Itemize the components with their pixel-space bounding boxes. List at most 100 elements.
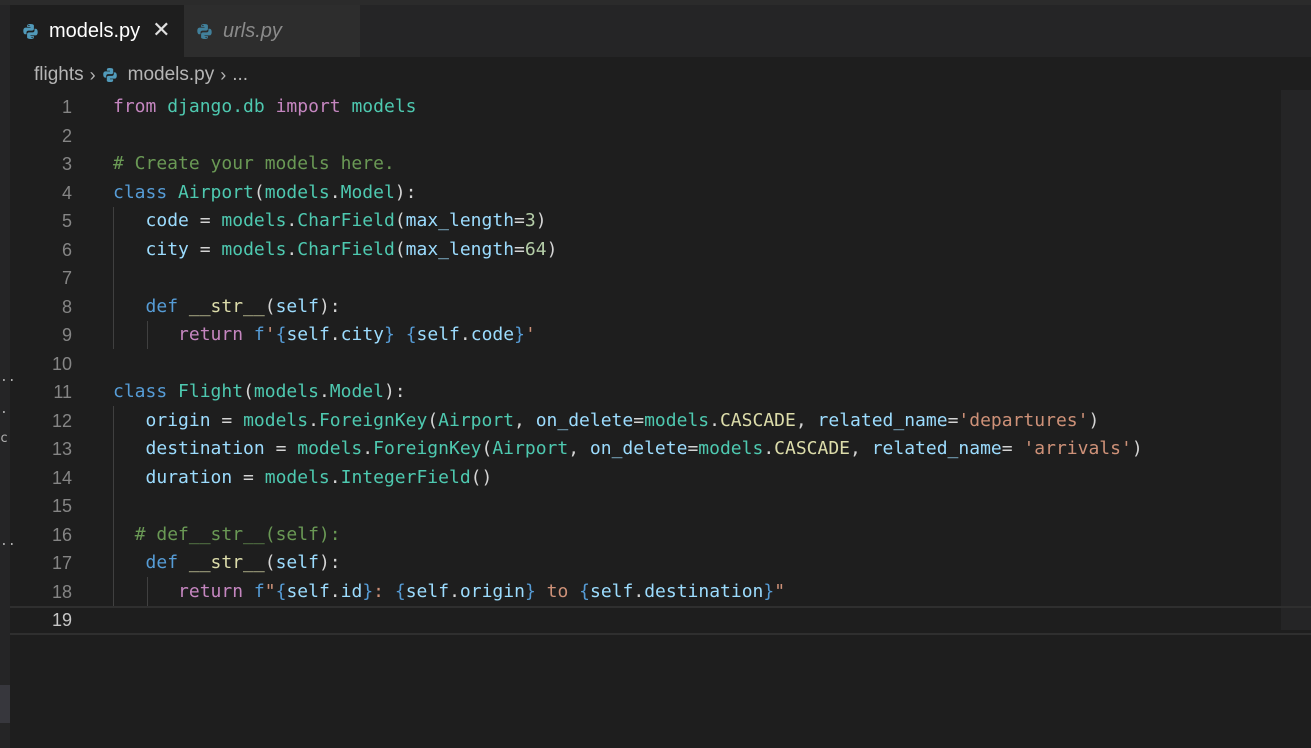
- code-token: ForeignKey: [318, 409, 428, 431]
- editor-window: .. . c .. models.py ✕ urls.py flights › …: [0, 0, 1311, 748]
- code-line[interactable]: 4 class Airport(models.Model):: [10, 179, 1311, 208]
- code-token: :: [373, 580, 395, 602]
- code-text: duration = models.IntegerField(): [113, 464, 493, 493]
- code-token: =: [633, 409, 645, 431]
- code-token: 64: [524, 238, 547, 260]
- code-token: (: [253, 181, 265, 203]
- code-token: city: [340, 324, 384, 345]
- breadcrumb: flights › models.py › ...: [10, 57, 1311, 93]
- line-number: 16: [51, 524, 72, 545]
- code-line[interactable]: 1 from django.db import models: [10, 93, 1311, 122]
- code-token: ): [546, 238, 558, 260]
- code-token: .: [286, 238, 298, 260]
- code-token: # def__str__(self):: [134, 523, 341, 545]
- breadcrumb-symbols[interactable]: ...: [232, 64, 248, 86]
- code-line[interactable]: 5 code = models.CharField(max_length=3): [10, 207, 1311, 236]
- tab-label: models.py: [49, 19, 141, 42]
- code-editor[interactable]: 1 from django.db import models 2 3 # Create …: [10, 93, 1311, 653]
- code-line[interactable]: 6 city = models.CharField(max_length=64): [10, 236, 1311, 265]
- code-token: self: [275, 295, 319, 317]
- code-token: }: [362, 580, 374, 602]
- code-text: # def__str__(self):: [113, 521, 341, 550]
- code-token: {: [579, 580, 590, 602]
- code-token: origin: [459, 580, 525, 602]
- tab-models-py[interactable]: models.py ✕: [10, 5, 184, 57]
- code-token: to: [535, 580, 580, 602]
- code-token: models: [221, 210, 287, 231]
- code-token: (: [264, 295, 276, 317]
- code-token: .: [362, 438, 374, 459]
- code-token: city: [145, 238, 189, 260]
- code-line[interactable]: 11 class Flight(models.Model):: [10, 378, 1311, 407]
- code-token: return: [178, 580, 244, 602]
- code-line[interactable]: 19: [10, 606, 1311, 635]
- code-token: ):: [318, 295, 341, 317]
- code-token: =: [514, 210, 525, 231]
- close-icon[interactable]: ✕: [152, 20, 170, 42]
- code-line[interactable]: 8 def __str__(self):: [10, 293, 1311, 322]
- code-token: {: [394, 580, 406, 602]
- code-token: }: [763, 580, 775, 602]
- code-text: city = models.CharField(max_length=64): [113, 236, 558, 265]
- code-token: ': [524, 324, 536, 345]
- code-line[interactable]: 15: [10, 492, 1311, 521]
- code-line[interactable]: 12 origin = models.ForeignKey(Airport, o…: [10, 407, 1311, 436]
- breadcrumb-file[interactable]: models.py: [128, 64, 215, 86]
- code-token: models: [253, 381, 319, 402]
- code-token: .: [763, 438, 775, 459]
- code-token: code: [145, 210, 189, 231]
- explorer-fragment: c: [0, 431, 8, 446]
- code-token: (): [470, 466, 493, 488]
- code-token: .: [709, 409, 720, 431]
- code-token: Airport: [438, 409, 515, 431]
- code-text: code = models.CharField(max_length=3): [113, 207, 547, 236]
- code-token: f: [253, 324, 265, 345]
- code-token: def: [145, 552, 179, 573]
- code-token: ,: [795, 409, 818, 431]
- code-token: self: [405, 580, 450, 602]
- code-line[interactable]: 2: [10, 122, 1311, 151]
- code-line[interactable]: 10: [10, 350, 1311, 379]
- code-token: (: [481, 438, 493, 459]
- code-line[interactable]: 18 return f"{self.id}: {self.origin} to …: [10, 578, 1311, 607]
- line-number: 2: [61, 125, 72, 146]
- code-line[interactable]: 3 # Create your models here.: [10, 150, 1311, 179]
- line-number: 12: [51, 410, 72, 431]
- code-token: on_delete: [589, 438, 688, 459]
- code-token: CharField: [297, 238, 395, 260]
- code-token: .: [318, 381, 330, 402]
- explorer-edge: .. . c ..: [0, 5, 16, 748]
- breadcrumb-folder[interactable]: flights: [34, 64, 84, 86]
- code-token: max_length: [405, 210, 515, 231]
- tab-urls-py[interactable]: urls.py: [184, 5, 360, 57]
- code-line[interactable]: 17 def __str__(self):: [10, 549, 1311, 578]
- code-line[interactable]: 14 duration = models.IntegerField(): [10, 464, 1311, 493]
- code-token: CASCADE: [774, 438, 851, 459]
- code-line[interactable]: 16 # def__str__(self):: [10, 521, 1311, 550]
- code-token: =: [188, 238, 222, 260]
- code-line[interactable]: 7: [10, 264, 1311, 293]
- line-number: 10: [51, 353, 72, 374]
- code-text: def __str__(self):: [113, 549, 341, 578]
- code-token: ): [1088, 409, 1100, 431]
- code-line[interactable]: 13 destination = models.ForeignKey(Airpo…: [10, 435, 1311, 464]
- code-token: 3: [524, 210, 536, 231]
- code-line[interactable]: 9 return f'{self.city} {self.code}': [10, 321, 1311, 350]
- code-token: ,: [850, 438, 872, 459]
- code-token: ): [1131, 438, 1143, 459]
- code-token: (: [243, 381, 254, 402]
